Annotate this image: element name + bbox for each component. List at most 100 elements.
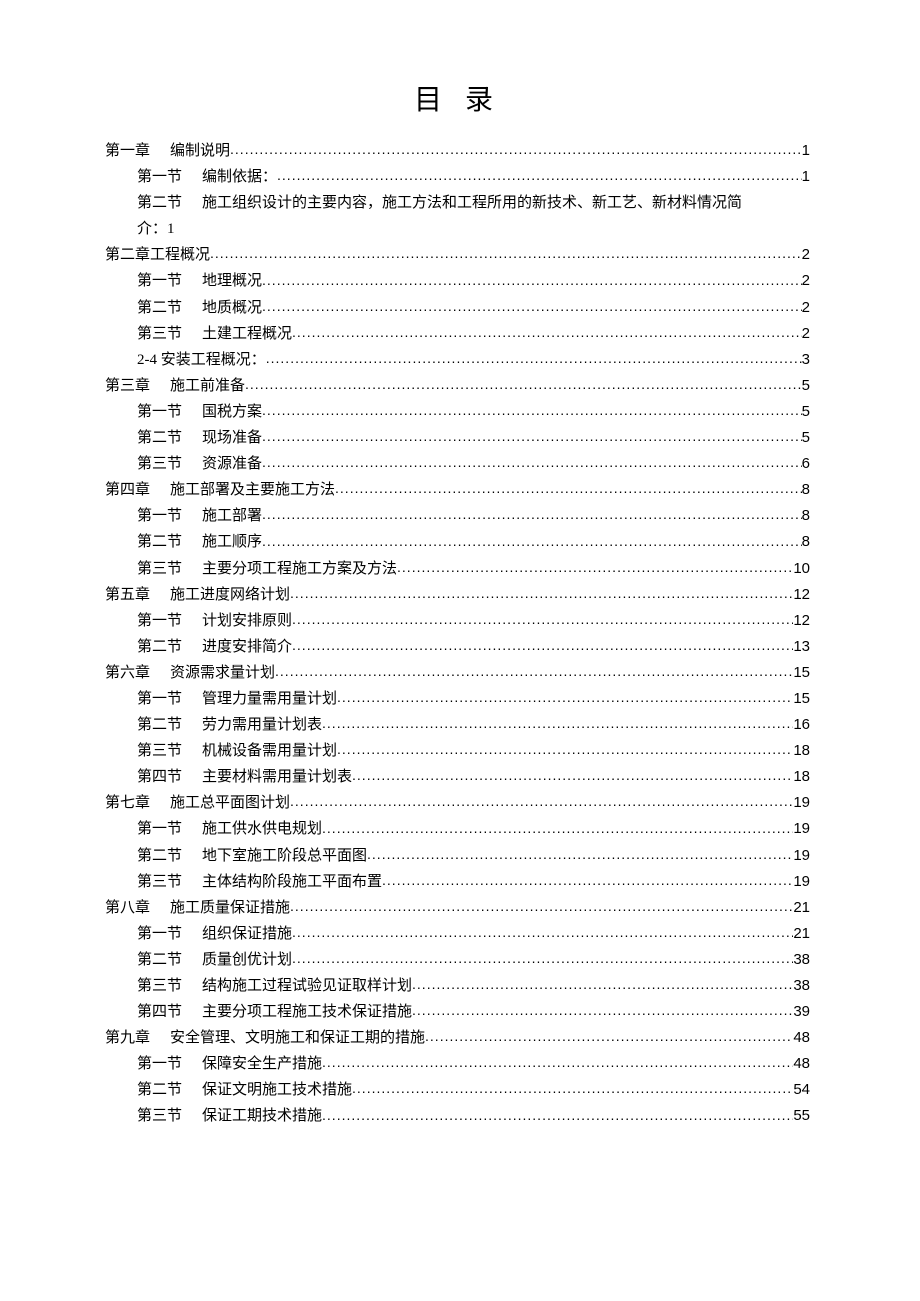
- toc-page-number: 15: [793, 686, 810, 712]
- toc-text: 进度安排简介: [202, 639, 292, 655]
- toc-entry-label: 第二节保证文明施工技术措施: [137, 1077, 352, 1103]
- toc-text: 管理力量需用量计划: [202, 691, 337, 707]
- toc-row: 第一节国税方案.................................…: [105, 399, 810, 425]
- toc-row-continuation: 介：1: [105, 216, 810, 242]
- toc-page-number: 2: [802, 321, 810, 347]
- toc-entry-label: 第三节结构施工过程试验见证取样计划: [137, 973, 412, 999]
- toc-entry-label: 第三节 机械设备需用量计划: [137, 738, 337, 764]
- toc-text: 主要分项工程施工方案及方法: [202, 561, 397, 577]
- toc-entry-label: 第一节国税方案: [137, 399, 262, 425]
- toc-page-number: 18: [793, 738, 810, 764]
- toc-text: 2-4 安装工程概况：: [137, 352, 266, 368]
- toc-page-number: 18: [793, 764, 810, 790]
- dot-leader: ........................................…: [292, 928, 793, 943]
- toc-entry-label: 第一节组织保证措施: [137, 921, 292, 947]
- dot-leader: ........................................…: [382, 876, 793, 891]
- toc-page-number: 19: [793, 790, 810, 816]
- toc-entry-label: 第九章安全管理、文明施工和保证工期的措施: [105, 1025, 425, 1051]
- toc-page-number: 5: [802, 425, 810, 451]
- toc-text: 组织保证措施: [202, 926, 292, 942]
- toc-prefix: 第二节: [137, 195, 182, 211]
- toc-row: 第二节劳力需用量计划表.............................…: [105, 712, 810, 738]
- dot-leader: ........................................…: [290, 589, 793, 604]
- toc-page-number: 8: [802, 529, 810, 555]
- toc-page-number: 1: [802, 164, 810, 190]
- toc-page-number: 12: [793, 582, 810, 608]
- toc-page-number: 38: [793, 973, 810, 999]
- toc-entry-label: 第一节地理概况: [137, 268, 262, 294]
- toc-prefix: 第三章: [105, 378, 150, 394]
- toc-prefix: 第七章: [105, 795, 150, 811]
- dot-leader: ........................................…: [292, 641, 793, 656]
- table-of-contents: 第一章编制说明.................................…: [105, 138, 810, 1130]
- toc-page-number: 39: [793, 999, 810, 1025]
- toc-entry-label: 第三章施工前准备: [105, 373, 245, 399]
- toc-entry-label: 第一节管理力量需用量计划: [137, 686, 337, 712]
- toc-page-number: 2: [802, 242, 810, 268]
- toc-row: 第一节保障安全生产措施.............................…: [105, 1051, 810, 1077]
- toc-row: 第二节地质概况.................................…: [105, 295, 810, 321]
- toc-text: 施工供水供电规划: [202, 821, 322, 837]
- toc-entry-label: 第二节地下室施工阶段总平面图: [137, 843, 367, 869]
- toc-entry-label: 第二节地质概况: [137, 295, 262, 321]
- toc-prefix: 第六章: [105, 665, 150, 681]
- toc-entry-label: 第二节劳力需用量计划表: [137, 712, 322, 738]
- toc-text: 国税方案: [202, 404, 262, 420]
- toc-page-number: 3: [802, 347, 810, 373]
- document-page: 目 录 第一章编制说明.............................…: [0, 0, 920, 1130]
- toc-page-number: 10: [793, 556, 810, 582]
- dot-leader: ........................................…: [337, 745, 793, 760]
- dot-leader: ........................................…: [262, 458, 802, 473]
- toc-row: 第一节组织保证措施...............................…: [105, 921, 810, 947]
- dot-leader: ........................................…: [292, 615, 793, 630]
- dot-leader: ........................................…: [210, 249, 802, 264]
- toc-text: 主要分项工程施工技术保证措施: [202, 1004, 412, 1020]
- toc-row: 第三节结构施工过程试验见证取样计划.......................…: [105, 973, 810, 999]
- toc-entry-label: 第一节施工部署: [137, 503, 262, 529]
- toc-page-number: 12: [793, 608, 810, 634]
- toc-page-number: 13: [793, 634, 810, 660]
- toc-row: 第二节质量创优计划...............................…: [105, 947, 810, 973]
- toc-prefix: 第一节: [137, 508, 182, 524]
- toc-page-number: 1: [802, 138, 810, 164]
- toc-row: 第三节保证工期技术措施.............................…: [105, 1103, 810, 1129]
- toc-row: 第八章施工质量保证措施.............................…: [105, 895, 810, 921]
- toc-row: 第四节主要分项工程施工技术保证措施.......................…: [105, 999, 810, 1025]
- toc-row: 第六章资源需求量计划..............................…: [105, 660, 810, 686]
- toc-prefix: 第二节: [137, 848, 182, 864]
- toc-prefix: 第三节: [137, 326, 182, 342]
- toc-text: 保证工期技术措施: [202, 1108, 322, 1124]
- dot-leader: ........................................…: [322, 824, 793, 839]
- toc-prefix: 第五章: [105, 587, 150, 603]
- toc-page-number: 55: [793, 1103, 810, 1129]
- toc-prefix: 第三节: [137, 874, 182, 890]
- toc-page-number: 48: [793, 1051, 810, 1077]
- toc-prefix: 第一节: [137, 1056, 182, 1072]
- toc-prefix: 第四节: [137, 1004, 182, 1020]
- toc-row: 第一节施工供水供电规划.............................…: [105, 816, 810, 842]
- toc-page-number: 2: [802, 268, 810, 294]
- toc-row: 第二节进度安排简介...............................…: [105, 634, 810, 660]
- toc-entry-label: 第六章资源需求量计划: [105, 660, 275, 686]
- toc-text: 主要材料需用量计划表: [202, 769, 352, 785]
- toc-row: 第二节保证文明施工技术措施...........................…: [105, 1077, 810, 1103]
- toc-prefix: 第三节: [137, 743, 182, 759]
- toc-row: 第三节 机械设备需用量计划............................…: [105, 738, 810, 764]
- toc-text: 保证文明施工技术措施: [202, 1082, 352, 1098]
- dot-leader: ........................................…: [335, 484, 802, 499]
- toc-text: 机械设备需用量计划: [202, 743, 337, 759]
- toc-row: 第四章施工部署及主要施工方法..........................…: [105, 477, 810, 503]
- toc-row: 第三节资源准备.................................…: [105, 451, 810, 477]
- toc-entry-label: 第七章施工总平面图计划: [105, 790, 290, 816]
- toc-prefix: 第二节: [137, 430, 182, 446]
- toc-page-number: 21: [793, 895, 810, 921]
- toc-page-number: 8: [802, 477, 810, 503]
- toc-entry-label: 第四章施工部署及主要施工方法: [105, 477, 335, 503]
- dot-leader: ........................................…: [290, 797, 793, 812]
- toc-entry-label: 第三节主体结构阶段施工平面布置: [137, 869, 382, 895]
- toc-text: 质量创优计划: [202, 952, 292, 968]
- toc-row: 第一节管理力量需用量计划............................…: [105, 686, 810, 712]
- toc-entry-label: 第三节土建工程概况: [137, 321, 292, 347]
- dot-leader: ........................................…: [290, 902, 793, 917]
- toc-prefix: 第三节: [137, 978, 182, 994]
